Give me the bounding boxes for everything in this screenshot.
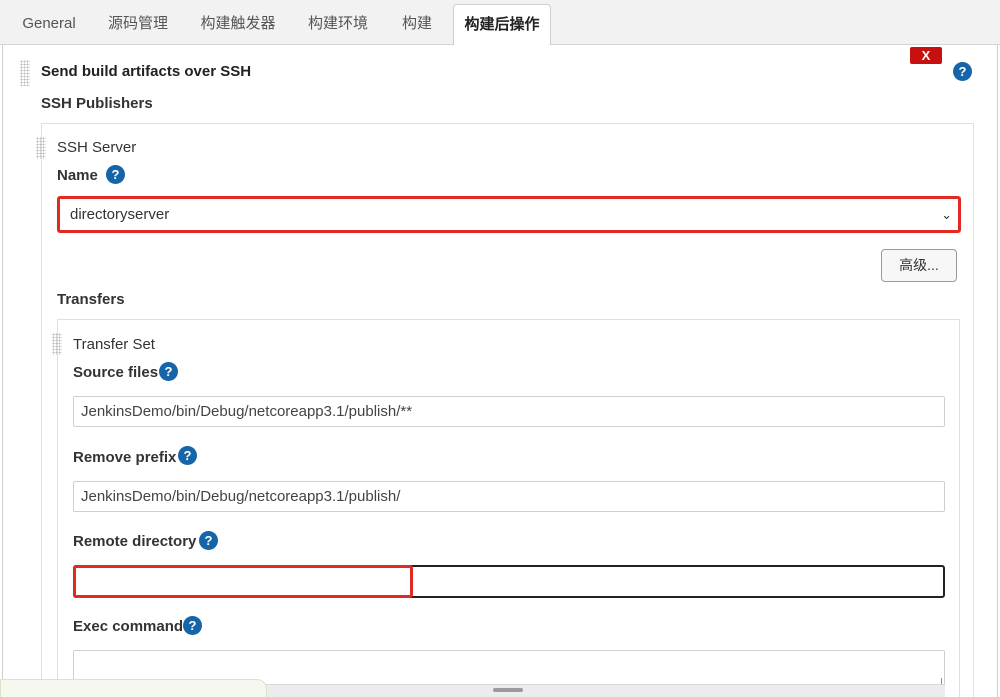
help-icon[interactable]: ? bbox=[178, 446, 197, 465]
ssh-server-label: SSH Server bbox=[57, 139, 137, 156]
drag-handle-icon[interactable] bbox=[36, 137, 46, 159]
help-icon[interactable]: ? bbox=[199, 531, 218, 550]
server-name-select[interactable]: directoryserver ⌄ bbox=[57, 196, 961, 233]
transfers-label: Transfers bbox=[57, 291, 125, 308]
tab-post-build-actions[interactable]: 构建后操作 bbox=[453, 4, 551, 46]
help-icon[interactable]: ? bbox=[183, 616, 202, 635]
tab-build[interactable]: 构建 bbox=[390, 4, 444, 44]
remote-directory-label: Remote directory bbox=[73, 533, 197, 550]
tab-build-environment[interactable]: 构建环境 bbox=[296, 4, 380, 44]
drag-handle-icon[interactable] bbox=[20, 60, 30, 86]
scrollbar-thumb[interactable] bbox=[493, 688, 523, 692]
transfer-set-label: Transfer Set bbox=[73, 336, 155, 353]
tab-build-triggers[interactable]: 构建触发器 bbox=[190, 4, 286, 44]
delete-icon[interactable]: X bbox=[910, 47, 942, 64]
drag-handle-icon[interactable] bbox=[52, 333, 62, 355]
source-files-input[interactable]: JenkinsDemo/bin/Debug/netcoreapp3.1/publ… bbox=[73, 396, 945, 427]
help-icon[interactable]: ? bbox=[106, 165, 125, 184]
highlight-box bbox=[73, 565, 413, 598]
advanced-button[interactable]: 高级... bbox=[881, 249, 957, 282]
exec-command-label: Exec command bbox=[73, 618, 184, 635]
chevron-down-icon: ⌄ bbox=[941, 207, 952, 222]
remove-prefix-input[interactable]: JenkinsDemo/bin/Debug/netcoreapp3.1/publ… bbox=[73, 481, 945, 512]
tab-bar: General 源码管理 构建触发器 构建环境 构建 构建后操作 bbox=[0, 0, 1000, 46]
ssh-publishers-label: SSH Publishers bbox=[41, 95, 153, 112]
name-label: Name bbox=[57, 167, 98, 184]
remove-prefix-label: Remove prefix bbox=[73, 449, 177, 466]
section-title: Send build artifacts over SSH bbox=[41, 63, 252, 80]
bottom-corner-panel bbox=[0, 679, 267, 697]
server-name-value: directoryserver bbox=[70, 206, 170, 223]
tab-general[interactable]: General bbox=[12, 4, 86, 44]
tab-source-control[interactable]: 源码管理 bbox=[96, 4, 180, 44]
source-files-label: Source files bbox=[73, 364, 159, 381]
help-icon[interactable]: ? bbox=[159, 362, 178, 381]
help-icon[interactable]: ? bbox=[953, 62, 972, 81]
